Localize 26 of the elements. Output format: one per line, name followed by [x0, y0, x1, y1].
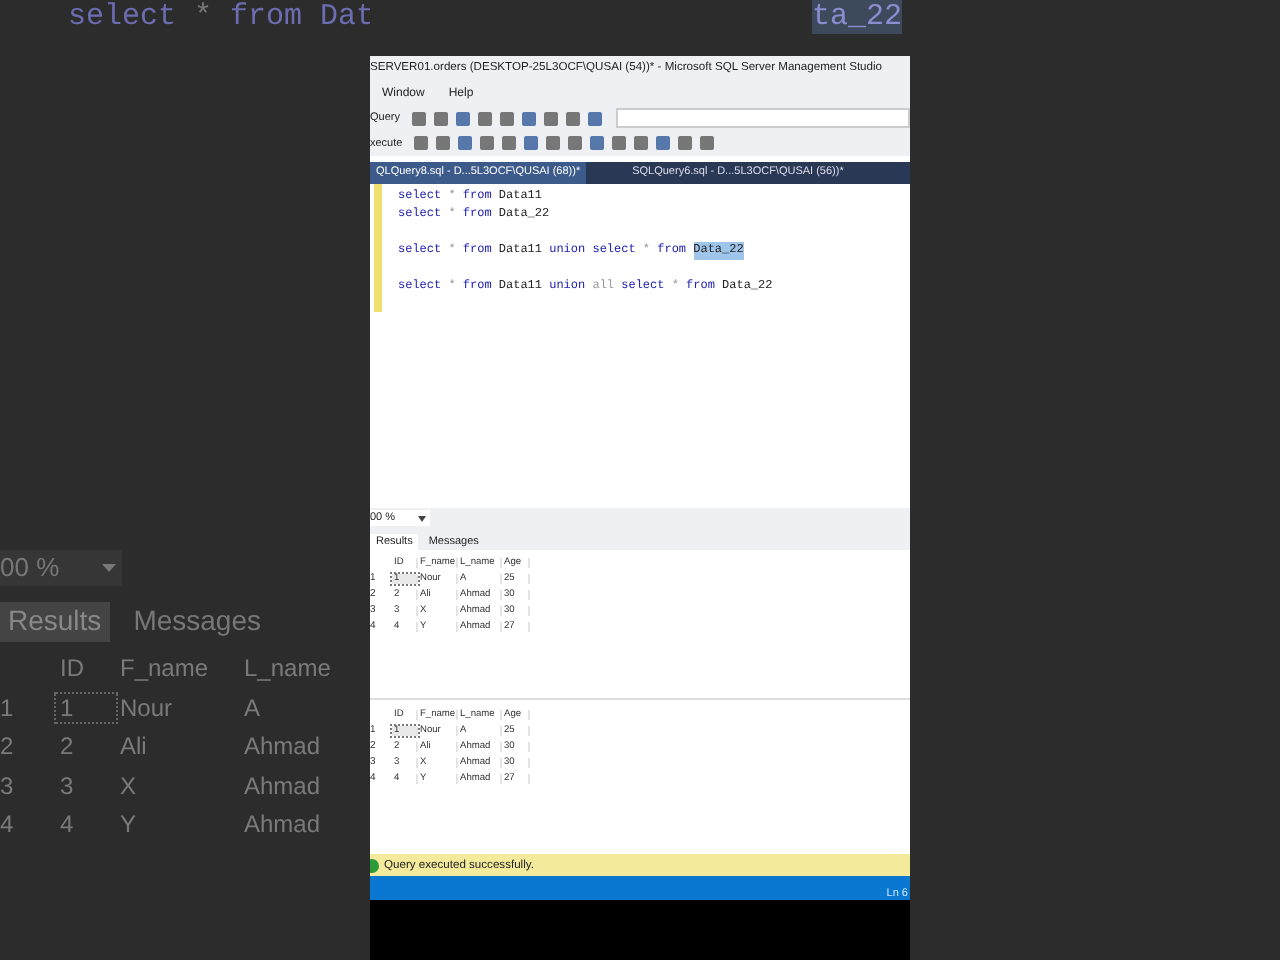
code-token: select: [68, 0, 177, 38]
table-cell: 1: [56, 693, 116, 722]
code-token: *: [194, 0, 213, 38]
table-cell-text: Ahmad: [242, 810, 323, 839]
table-cell-text: Nour: [118, 693, 175, 722]
table-cell-text: A: [242, 693, 263, 722]
row-number: 1: [0, 693, 16, 722]
table-cell-text: 2: [58, 732, 76, 761]
code-token: from: [230, 0, 303, 38]
row-number: 3: [0, 771, 16, 800]
toolbar-field[interactable]: [615, 108, 910, 129]
column-header: L_name: [242, 654, 333, 683]
table-cell-text: Y: [118, 810, 139, 839]
column-header: ID: [58, 654, 86, 683]
column-header: F_name: [118, 654, 211, 683]
code-token: ta_22: [811, 0, 902, 34]
table-cell-text: 3: [58, 771, 76, 800]
table-cell-text: X: [118, 771, 139, 800]
caret-icon: [102, 563, 116, 571]
caret-icon: [418, 515, 426, 521]
table-cell-text: Ahmad: [242, 732, 323, 761]
row-number: 2: [0, 732, 16, 761]
row-number: 4: [0, 810, 16, 839]
table-cell-text: Ahmad: [242, 771, 323, 800]
table-cell-text: Ali: [118, 732, 149, 761]
table-cell-text: 4: [58, 810, 76, 839]
